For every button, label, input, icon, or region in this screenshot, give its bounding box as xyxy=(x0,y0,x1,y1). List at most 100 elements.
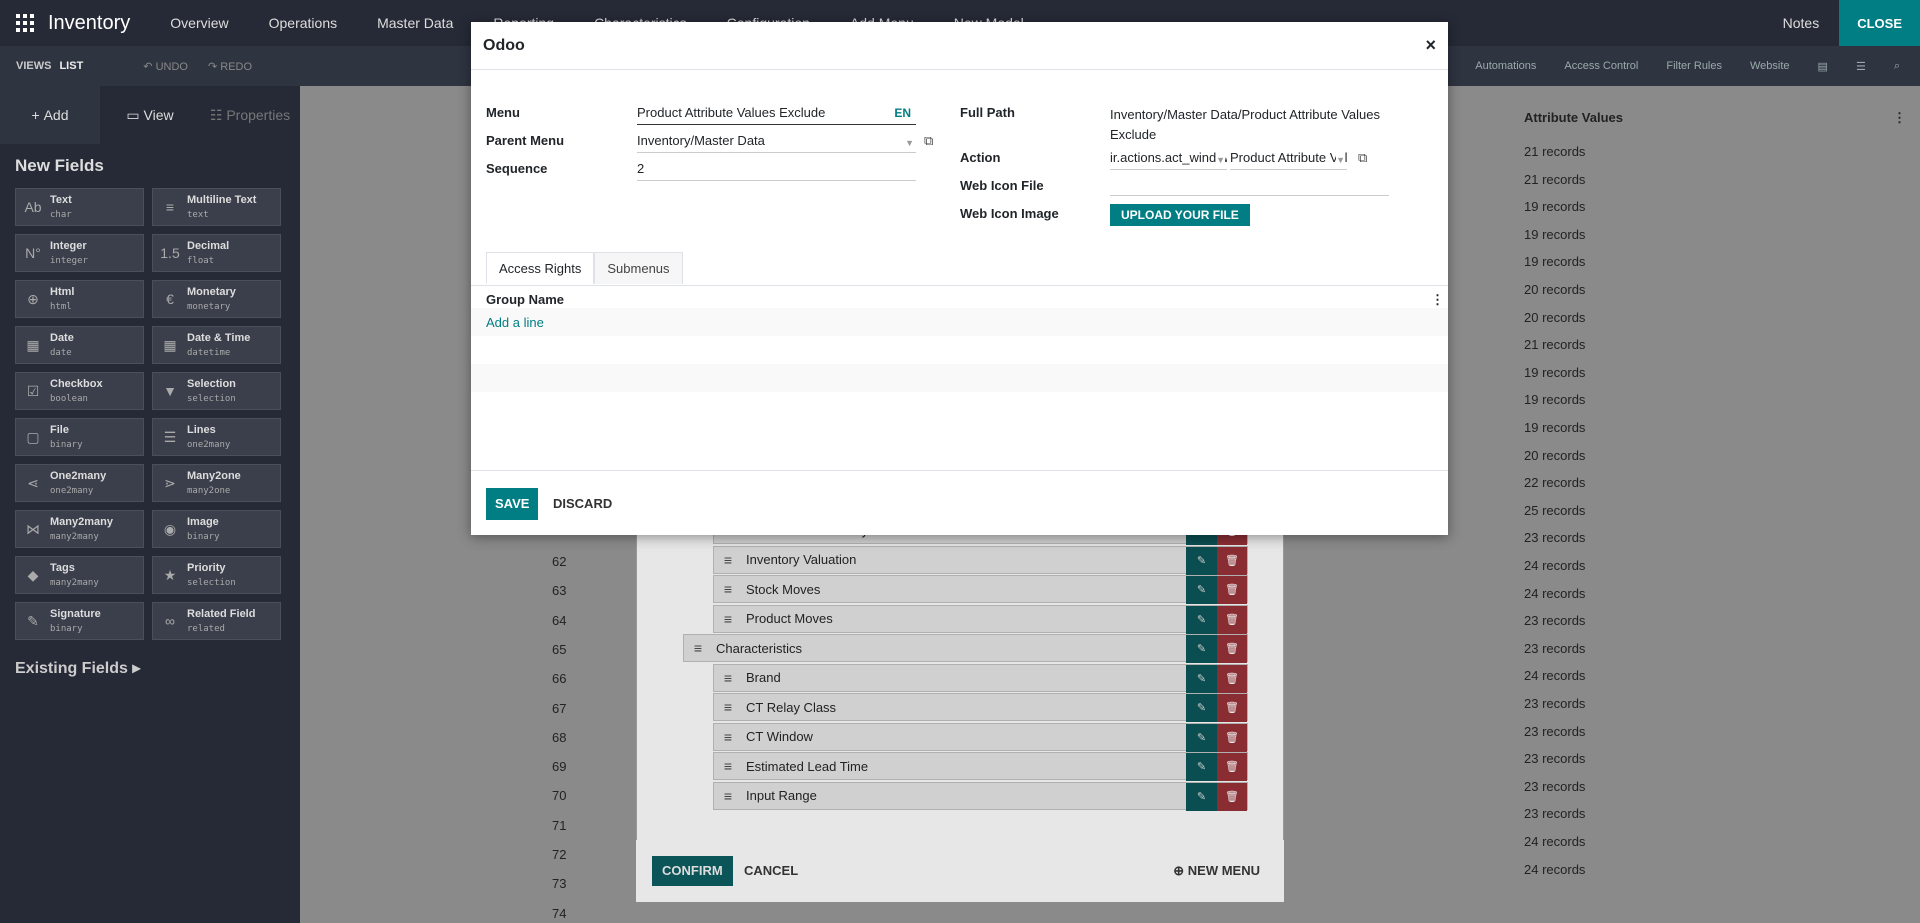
column-options-icon[interactable]: ⋮ xyxy=(1431,292,1444,308)
menu-editor-item[interactable]: ≡ Brand ✎ 🗑 xyxy=(713,663,1248,693)
menu-editor-item[interactable]: ≡ CT Window ✎ 🗑 xyxy=(713,722,1248,752)
trash-icon[interactable]: 🗑 xyxy=(1217,546,1247,575)
menu-editor-item[interactable]: ≡ Characteristics ✎ 🗑 xyxy=(683,634,1248,663)
field-tile-multiline-text[interactable]: ≡ Multiline Text text xyxy=(152,188,281,226)
field-tile-related-field[interactable]: ∞ Related Field related xyxy=(152,602,281,640)
field-tile-one2many[interactable]: ⋖ One2many one2many xyxy=(15,464,144,502)
external-link-icon[interactable]: ⧉ xyxy=(924,133,933,149)
field-tile-monetary[interactable]: € Monetary monetary xyxy=(152,280,281,318)
trash-icon[interactable]: 🗑 xyxy=(1217,576,1247,604)
field-tile-signature[interactable]: ✎ Signature binary xyxy=(15,602,144,640)
trash-icon[interactable]: 🗑 xyxy=(1217,782,1247,811)
action-record-select[interactable]: Product Attribute Values Exclude ▼ xyxy=(1230,148,1347,170)
drag-handle-icon[interactable]: ≡ xyxy=(714,552,742,568)
field-tile-many2one[interactable]: ⋗ Many2one many2one xyxy=(152,464,281,502)
field-tile-priority[interactable]: ★ Priority selection xyxy=(152,556,281,594)
field-tile-decimal[interactable]: 1.5 Decimal float xyxy=(152,234,281,272)
upload-file-button[interactable]: UPLOAD YOUR FILE xyxy=(1110,204,1250,226)
field-tile-date-time[interactable]: ▦ Date & Time datetime xyxy=(152,326,281,364)
field-tile-text[interactable]: Ab Text char xyxy=(15,188,144,226)
list-view-icon[interactable]: ☰ xyxy=(1856,60,1866,73)
drag-handle-icon[interactable]: ≡ xyxy=(714,788,742,804)
add-a-line-link[interactable]: Add a line xyxy=(486,315,544,330)
apps-grid-icon[interactable] xyxy=(14,12,36,34)
trash-icon[interactable]: 🗑 xyxy=(1217,605,1247,634)
subbar-item-filter-rules[interactable]: Filter Rules xyxy=(1666,60,1722,72)
group-name-column-header[interactable]: Group Name xyxy=(486,292,564,307)
menu-editor-item[interactable]: ≡ Stock Moves ✎ 🗑 xyxy=(713,575,1248,604)
menu-editor-item[interactable]: ≡ Inventory Valuation ✎ 🗑 xyxy=(713,545,1248,575)
edit-icon[interactable]: ✎ xyxy=(1186,635,1217,663)
trash-icon[interactable]: 🗑 xyxy=(1217,664,1247,693)
menu-overview[interactable]: Overview xyxy=(150,15,248,31)
drag-handle-icon[interactable]: ≡ xyxy=(684,640,712,656)
drag-handle-icon[interactable]: ≡ xyxy=(714,611,742,627)
edit-icon[interactable]: ✎ xyxy=(1186,723,1217,752)
sequence-input[interactable]: 2 xyxy=(637,159,916,181)
edit-icon[interactable]: ✎ xyxy=(1186,694,1217,722)
field-tile-tags[interactable]: ◆ Tags many2many xyxy=(15,556,144,594)
save-button[interactable]: SAVE xyxy=(486,488,539,520)
trash-icon[interactable]: 🗑 xyxy=(1217,635,1247,663)
tab-access-rights[interactable]: Access Rights xyxy=(486,252,595,284)
external-link-icon[interactable]: ⧉ xyxy=(1358,150,1367,166)
edit-icon[interactable]: ✎ xyxy=(1186,753,1217,781)
field-tile-selection[interactable]: ▼ Selection selection xyxy=(152,372,281,410)
notes-button[interactable]: Notes xyxy=(1763,15,1840,31)
parent-menu-select[interactable]: Inventory/Master Data ▼ xyxy=(637,131,916,153)
cancel-button[interactable]: CANCEL xyxy=(744,856,798,886)
edit-icon[interactable]: ✎ xyxy=(1186,782,1217,811)
menu-editor-item[interactable]: ≡ Estimated Lead Time ✎ 🗑 xyxy=(713,752,1248,781)
trash-icon[interactable]: 🗑 xyxy=(1217,694,1247,722)
trash-icon[interactable]: 🗑 xyxy=(1217,723,1247,752)
subbar-item-access-control[interactable]: Access Control xyxy=(1564,60,1638,72)
undo-button[interactable]: ↶ UNDO xyxy=(143,60,188,73)
form-view-icon[interactable]: ▤ xyxy=(1818,60,1828,73)
menu-operations[interactable]: Operations xyxy=(249,15,357,31)
drag-handle-icon[interactable]: ≡ xyxy=(714,581,742,597)
subbar-item-website[interactable]: Website xyxy=(1750,60,1790,72)
menu-editor-item[interactable]: ≡ Product Moves ✎ 🗑 xyxy=(713,604,1248,634)
drag-handle-icon[interactable]: ≡ xyxy=(714,729,742,745)
search-icon[interactable]: ⌕ xyxy=(1894,60,1900,73)
drag-handle-icon[interactable]: ≡ xyxy=(714,670,742,686)
field-tile-checkbox[interactable]: ☑ Checkbox boolean xyxy=(15,372,144,410)
close-icon[interactable]: × xyxy=(1425,35,1436,56)
field-tile-file[interactable]: ▢ File binary xyxy=(15,418,144,456)
app-name[interactable]: Inventory xyxy=(48,12,130,35)
field-tile-date[interactable]: ▦ Date date xyxy=(15,326,144,364)
menu-editor-item[interactable]: ≡ CT Relay Class ✎ 🗑 xyxy=(713,693,1248,722)
field-tile-lines[interactable]: ☰ Lines one2many xyxy=(152,418,281,456)
views-breadcrumb[interactable]: VIEWS xyxy=(16,60,51,72)
field-tile-image[interactable]: ◉ Image binary xyxy=(152,510,281,548)
edit-icon[interactable]: ✎ xyxy=(1186,546,1217,575)
field-tile-html[interactable]: ⊕ Html html xyxy=(15,280,144,318)
discard-button[interactable]: DISCARD xyxy=(545,488,620,520)
redo-button[interactable]: ↷ REDO xyxy=(208,60,252,73)
edit-icon[interactable]: ✎ xyxy=(1186,605,1217,634)
confirm-button[interactable]: CONFIRM xyxy=(652,856,733,886)
trash-icon[interactable]: 🗑 xyxy=(1217,753,1247,781)
menu-editor-item[interactable]: ≡ Input Range ✎ 🗑 xyxy=(713,781,1248,811)
existing-fields-toggle[interactable]: Existing Fields ▸ xyxy=(15,658,285,678)
menu-name-input[interactable]: Product Attribute Values Exclude EN xyxy=(637,103,916,125)
action-model-select[interactable]: ir.actions.act_window ▼ xyxy=(1110,148,1227,170)
column-header-attribute-values[interactable]: Attribute Values xyxy=(1524,110,1623,125)
edit-icon[interactable]: ✎ xyxy=(1186,664,1217,693)
tab-submenus[interactable]: Submenus xyxy=(594,252,683,284)
edit-icon[interactable]: ✎ xyxy=(1186,576,1217,604)
tab-properties[interactable]: ☷ Properties xyxy=(200,107,300,124)
field-tile-many2many[interactable]: ⋈ Many2many many2many xyxy=(15,510,144,548)
tab-view[interactable]: ▭ View xyxy=(100,107,200,124)
subbar-item-automations[interactable]: Automations xyxy=(1475,60,1536,72)
language-button[interactable]: EN xyxy=(894,103,911,123)
new-menu-button[interactable]: ⊕ NEW MENU xyxy=(1173,856,1260,886)
drag-handle-icon[interactable]: ≡ xyxy=(714,699,742,715)
tab-add[interactable]: + Add xyxy=(0,86,100,144)
web-icon-file-input[interactable] xyxy=(1110,174,1389,196)
column-options-icon[interactable]: ⋮ xyxy=(1893,110,1906,126)
close-studio-button[interactable]: CLOSE xyxy=(1839,0,1920,46)
field-tile-integer[interactable]: N° Integer integer xyxy=(15,234,144,272)
menu-master-data[interactable]: Master Data xyxy=(357,15,473,31)
drag-handle-icon[interactable]: ≡ xyxy=(714,758,742,774)
